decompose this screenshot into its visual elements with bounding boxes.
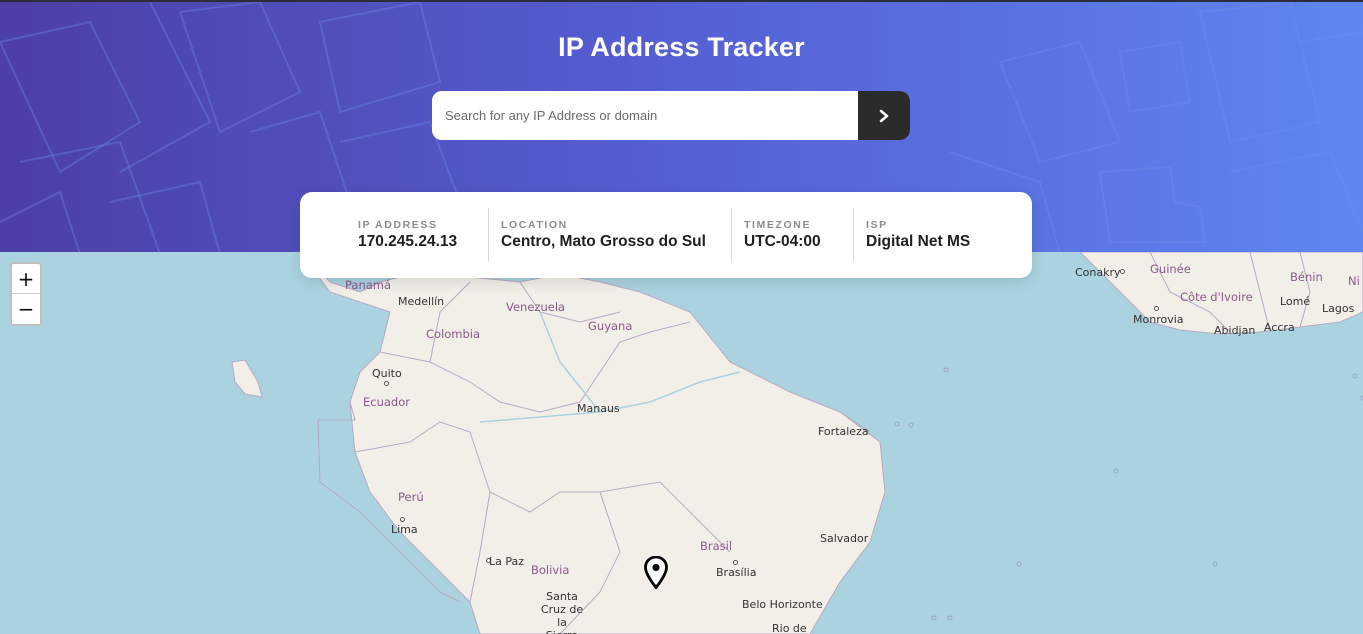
chevron-right-icon xyxy=(879,109,889,122)
country-label-panama: Panamá xyxy=(345,278,392,292)
city-label-abidjan: Abidjan xyxy=(1214,324,1256,337)
page-title: IP Address Tracker xyxy=(558,32,805,62)
country-label-peru: Perú xyxy=(398,490,424,504)
country-label-guyana: Guyana xyxy=(588,319,633,333)
city-label-salvador: Salvador xyxy=(820,532,869,545)
isp-value: Digital Net MS xyxy=(866,233,971,250)
city-label-lagos: Lagos xyxy=(1322,302,1355,315)
city-dot-lima xyxy=(400,517,405,522)
city-label-medellin: Medellín xyxy=(398,295,445,308)
zoom-out-button[interactable]: − xyxy=(12,294,40,324)
ip-address-label: IP ADDRESS xyxy=(358,219,438,231)
city-label-lima: Lima xyxy=(391,523,418,536)
timezone-value: UTC-04:00 xyxy=(744,233,821,250)
ip-address-value: 170.245.24.13 xyxy=(358,233,458,250)
city-dot-quito xyxy=(384,381,389,386)
city-dot-conakry xyxy=(1120,269,1125,274)
city-label-belo-horizonte: Belo Horizonte xyxy=(742,598,823,611)
zoom-in-button[interactable]: + xyxy=(12,264,40,294)
city-dot-monrovia xyxy=(1154,306,1159,311)
country-label-bolivia: Bolivia xyxy=(531,563,570,577)
south-america-landmass xyxy=(299,252,886,634)
country-label-venezuela: Venezuela xyxy=(506,300,566,314)
timezone-section: TIMEZONE UTC-04:00 xyxy=(731,208,853,262)
city-label-fortaleza: Fortaleza xyxy=(818,425,869,438)
search-input[interactable] xyxy=(432,91,858,140)
location-section: LOCATION Centro, Mato Grosso do Sul xyxy=(488,208,731,262)
isp-label: ISP xyxy=(866,219,888,231)
country-label-colombia: Colombia xyxy=(426,327,481,341)
city-dot-brasilia xyxy=(733,560,738,565)
city-label-quito: Quito xyxy=(372,367,402,380)
isp-section: ISP Digital Net MS xyxy=(853,208,1003,262)
city-label-lome: Lomé xyxy=(1280,295,1311,308)
timezone-label: TIMEZONE xyxy=(744,219,812,231)
location-label: LOCATION xyxy=(501,219,568,231)
city-label-accra: Accra xyxy=(1264,321,1295,334)
city-label-manaus: Manaus xyxy=(577,402,620,415)
search-submit-button[interactable] xyxy=(858,91,910,140)
country-label-brasil: Brasil xyxy=(700,539,733,553)
search-bar xyxy=(432,91,910,140)
country-label-cote-divoire: Côte d'Ivoire xyxy=(1180,290,1253,304)
galapagos-islands xyxy=(231,359,263,398)
map-view[interactable]: Panamá Venezuela Colombia Guyana Ecuador… xyxy=(0,252,1363,634)
country-label-ecuador: Ecuador xyxy=(363,395,410,409)
country-label-nigeria: Ni xyxy=(1348,274,1360,288)
ip-info-card: IP ADDRESS 170.245.24.13 LOCATION Centro… xyxy=(300,192,1032,278)
location-value: Centro, Mato Grosso do Sul xyxy=(501,233,706,250)
city-label-conakry: Conakry xyxy=(1075,266,1121,279)
country-label-benin: Bénin xyxy=(1290,270,1323,284)
city-label-rio: Rio de xyxy=(772,622,807,634)
country-label-guinee: Guinée xyxy=(1150,262,1191,276)
ip-address-section: IP ADDRESS 170.245.24.13 xyxy=(358,208,488,262)
city-label-monrovia: Monrovia xyxy=(1133,313,1184,326)
zoom-control: + − xyxy=(10,262,42,326)
city-label-la-paz: La Paz xyxy=(489,555,525,568)
city-label-santa-cruz: Santa Cruz de la Sierra xyxy=(540,590,584,634)
city-label-brasilia: Brasília xyxy=(716,566,757,579)
map-pin-icon[interactable] xyxy=(644,556,668,589)
